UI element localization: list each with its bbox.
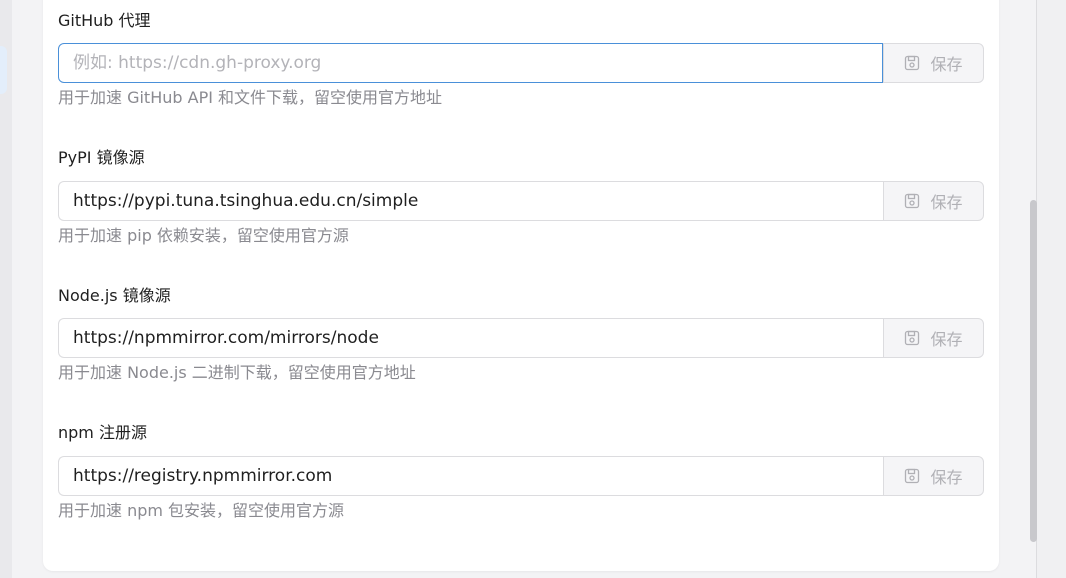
save-button-label: 保存 (930, 55, 963, 74)
field-label: PyPI 镜像源 (58, 148, 145, 167)
nodejs-mirror-save-button[interactable]: 保存 (883, 318, 984, 358)
save-icon (905, 468, 920, 484)
save-button-label: 保存 (930, 330, 963, 349)
nodejs-mirror-input[interactable] (58, 318, 883, 358)
left-rail-active-tab[interactable] (0, 46, 7, 94)
github-proxy-save-button[interactable]: 保存 (883, 43, 984, 83)
field-pypi-mirror: PyPI 镜像源 保存 用于加速 pip 依赖安装，留空使用官方源 (58, 147, 984, 245)
field-label: npm 注册源 (58, 423, 147, 442)
field-nodejs-mirror: Node.js 镜像源 保存 用于加速 Node.js 二进制下载，留空使用官方… (58, 285, 984, 382)
field-github-proxy: GitHub 代理 保存 用于加速 GitHub API 和文件下载，留空使用官… (58, 10, 984, 107)
field-label: Node.js 镜像源 (58, 286, 171, 305)
npm-registry-save-button[interactable]: 保存 (883, 456, 984, 496)
input-row: 保存 (58, 181, 984, 221)
left-rail (0, 0, 12, 578)
field-label: GitHub 代理 (58, 11, 151, 30)
field-hint: 用于加速 GitHub API 和文件下载，留空使用官方地址 (58, 88, 443, 107)
scrollbar-thumb[interactable] (1030, 200, 1037, 542)
field-npm-registry: npm 注册源 保存 用于加速 npm 包安装，留空使用官方源 (58, 422, 984, 520)
save-button-label: 保存 (930, 193, 963, 212)
save-icon (905, 193, 920, 209)
input-row: 保存 (58, 43, 984, 83)
field-hint: 用于加速 Node.js 二进制下载，留空使用官方地址 (58, 363, 416, 382)
pypi-mirror-input[interactable] (58, 181, 883, 221)
input-row: 保存 (58, 318, 984, 358)
save-icon (905, 55, 920, 71)
save-button-label: 保存 (930, 468, 963, 487)
pypi-mirror-save-button[interactable]: 保存 (883, 181, 984, 221)
field-hint: 用于加速 pip 依赖安装，留空使用官方源 (58, 226, 349, 245)
input-row: 保存 (58, 456, 984, 496)
save-icon (905, 330, 920, 346)
field-hint: 用于加速 npm 包安装，留空使用官方源 (58, 501, 345, 520)
right-edge-panel (1036, 0, 1066, 578)
npm-registry-input[interactable] (58, 456, 883, 496)
github-proxy-input[interactable] (58, 43, 883, 83)
